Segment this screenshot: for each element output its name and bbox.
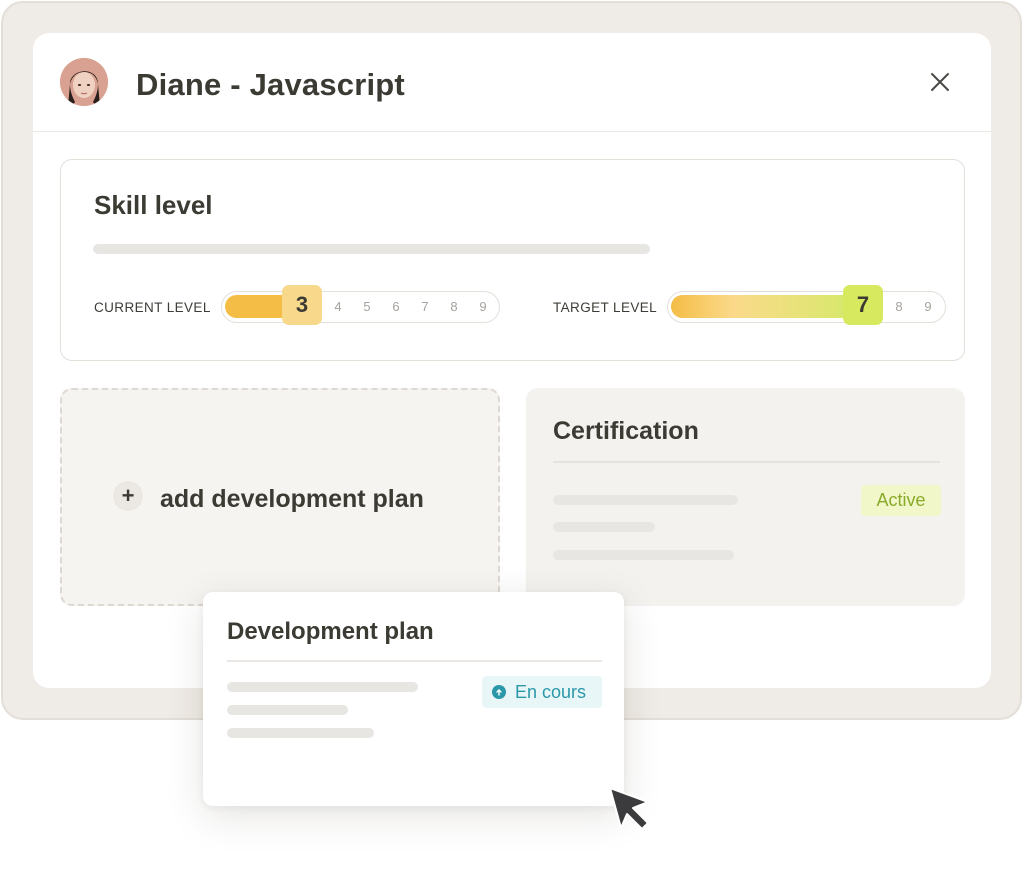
plus-icon[interactable]: + bbox=[113, 481, 143, 511]
skill-modal: Diane - Javascript Skill level CURRENT L… bbox=[33, 33, 991, 688]
current-level-slider[interactable]: 3 4 5 6 7 8 9 bbox=[221, 285, 500, 325]
current-level-label: CURRENT LEVEL bbox=[94, 300, 211, 315]
level-tick: 8 bbox=[895, 299, 903, 314]
target-level-fill bbox=[671, 295, 848, 318]
target-level-slider[interactable]: 7 8 9 bbox=[667, 285, 946, 325]
target-level-handle[interactable]: 7 bbox=[843, 285, 883, 325]
placeholder-line bbox=[553, 550, 734, 560]
level-tick: 4 bbox=[334, 299, 342, 314]
status-badge: Active bbox=[861, 485, 941, 516]
level-tick: 8 bbox=[450, 299, 458, 314]
status-badge: En cours bbox=[482, 676, 602, 708]
level-tick: 6 bbox=[392, 299, 400, 314]
divider bbox=[553, 461, 940, 463]
level-tick: 7 bbox=[421, 299, 429, 314]
close-icon[interactable] bbox=[927, 69, 953, 95]
placeholder-line bbox=[553, 522, 655, 532]
current-level-handle[interactable]: 3 bbox=[282, 285, 322, 325]
divider bbox=[227, 660, 602, 662]
close-button[interactable] bbox=[927, 69, 953, 95]
development-plan-title: Development plan bbox=[227, 618, 434, 645]
current-level-fill bbox=[225, 295, 287, 318]
level-tick: 5 bbox=[363, 299, 371, 314]
page-title: Diane - Javascript bbox=[136, 67, 405, 102]
skill-level-title: Skill level bbox=[94, 190, 213, 220]
status-badge-label: En cours bbox=[515, 681, 587, 702]
placeholder-line bbox=[227, 705, 348, 715]
cursor-arrow-icon bbox=[609, 787, 649, 830]
avatar bbox=[60, 58, 108, 106]
in-progress-icon bbox=[492, 685, 506, 699]
target-level-label: TARGET LEVEL bbox=[553, 300, 658, 315]
level-tick: 9 bbox=[479, 299, 487, 314]
skill-level-card: Skill level CURRENT LEVEL 3 4 5 6 7 8 9 … bbox=[60, 159, 965, 361]
level-tick: 9 bbox=[924, 299, 932, 314]
placeholder-line bbox=[227, 682, 418, 692]
development-plan-card[interactable]: Development plan En cours bbox=[203, 592, 624, 806]
add-development-plan-label[interactable]: add development plan bbox=[160, 485, 424, 514]
placeholder-line bbox=[93, 244, 650, 254]
modal-header: Diane - Javascript bbox=[33, 33, 991, 132]
certification-card: Certification Active bbox=[526, 388, 965, 606]
add-development-plan-button[interactable]: + add development plan bbox=[60, 388, 500, 606]
certification-title: Certification bbox=[553, 417, 699, 445]
placeholder-line bbox=[227, 728, 374, 738]
placeholder-line bbox=[553, 495, 738, 505]
